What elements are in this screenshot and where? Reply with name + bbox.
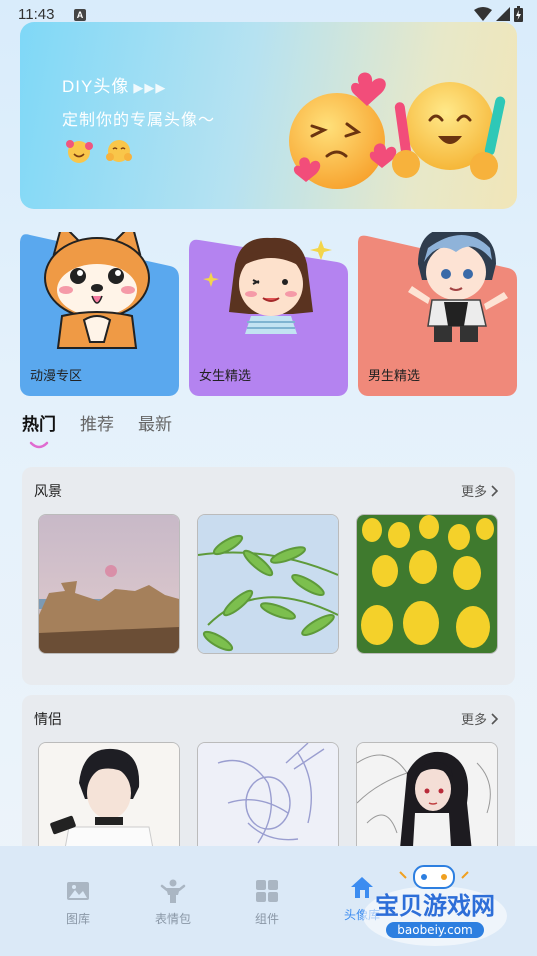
more-label: 更多 xyxy=(460,712,487,727)
nav-widgets[interactable]: 组件 xyxy=(232,878,302,927)
chevron-right-icon xyxy=(491,712,499,725)
signal-icon xyxy=(496,7,510,21)
nav-stickers[interactable]: 表情包 xyxy=(138,878,208,927)
girl-avatar-illustration xyxy=(203,237,332,334)
banner-subtitle: 定制你的专属头像～ xyxy=(62,112,216,129)
boy-avatar-illustration xyxy=(408,232,508,342)
category-girls[interactable]: 女生精选 xyxy=(189,232,348,396)
section-scenery: 风景 更多 xyxy=(22,467,515,685)
tab-hot[interactable]: 热门 xyxy=(22,410,56,435)
active-tab-indicator xyxy=(29,441,49,449)
watermark-text: 宝贝游戏网 xyxy=(375,892,495,920)
hug-face-icon xyxy=(106,140,132,162)
scenery-thumb-leaves[interactable] xyxy=(197,514,339,654)
emoji-faces-illustration xyxy=(289,72,506,189)
wifi-icon xyxy=(474,7,492,21)
watermark-url: baobeiy.com xyxy=(397,923,472,937)
nav-gallery-label: 图库 xyxy=(65,912,90,926)
shiba-dog-illustration xyxy=(44,232,150,349)
category-boys-label: 男生精选 xyxy=(368,368,421,383)
gallery-icon xyxy=(67,882,89,900)
section-couples-more-button[interactable]: 更多 xyxy=(461,709,499,728)
section-scenery-title: 风景 xyxy=(34,483,62,499)
banner-arrows-icon: ▶▶▶ xyxy=(133,80,167,95)
banner-title: DIY头像 ▶▶▶ xyxy=(62,72,166,97)
category-girls-label: 女生精选 xyxy=(199,368,252,383)
site-watermark-logo: 宝贝游戏网 baobeiy.com xyxy=(363,865,507,946)
widget-icon xyxy=(256,880,278,902)
content-tabs: 热门 推荐 最新 xyxy=(22,410,172,435)
notification-a-icon: A xyxy=(74,9,86,21)
diy-avatar-banner[interactable]: DIY头像 ▶▶▶ 定制你的专属头像～ xyxy=(20,22,517,209)
tab-latest[interactable]: 最新 xyxy=(138,410,172,435)
chevron-right-icon xyxy=(491,484,499,497)
sticker-icon xyxy=(160,879,186,903)
category-anime-label: 动漫专区 xyxy=(30,368,83,383)
status-time: 11:43 xyxy=(18,6,55,23)
section-couples-title: 情侣 xyxy=(34,711,62,727)
scenery-thumb-rock-moon[interactable] xyxy=(38,514,180,654)
love-face-icon xyxy=(66,140,93,163)
category-anime[interactable]: 动漫专区 xyxy=(20,232,179,396)
category-boys[interactable]: 男生精选 xyxy=(358,232,517,396)
battery-icon xyxy=(514,6,523,22)
banner-small-emojis xyxy=(64,138,134,164)
banner-title-text: DIY头像 xyxy=(62,77,130,96)
nav-gallery[interactable]: 图库 xyxy=(43,878,113,927)
more-label: 更多 xyxy=(460,484,487,499)
section-scenery-more-button[interactable]: 更多 xyxy=(461,481,499,500)
nav-widgets-label: 组件 xyxy=(254,912,279,926)
tab-recommend[interactable]: 推荐 xyxy=(80,410,114,435)
scenery-thumb-tulips[interactable] xyxy=(356,514,498,654)
nav-stickers-label: 表情包 xyxy=(154,912,191,926)
system-icons xyxy=(474,6,523,22)
